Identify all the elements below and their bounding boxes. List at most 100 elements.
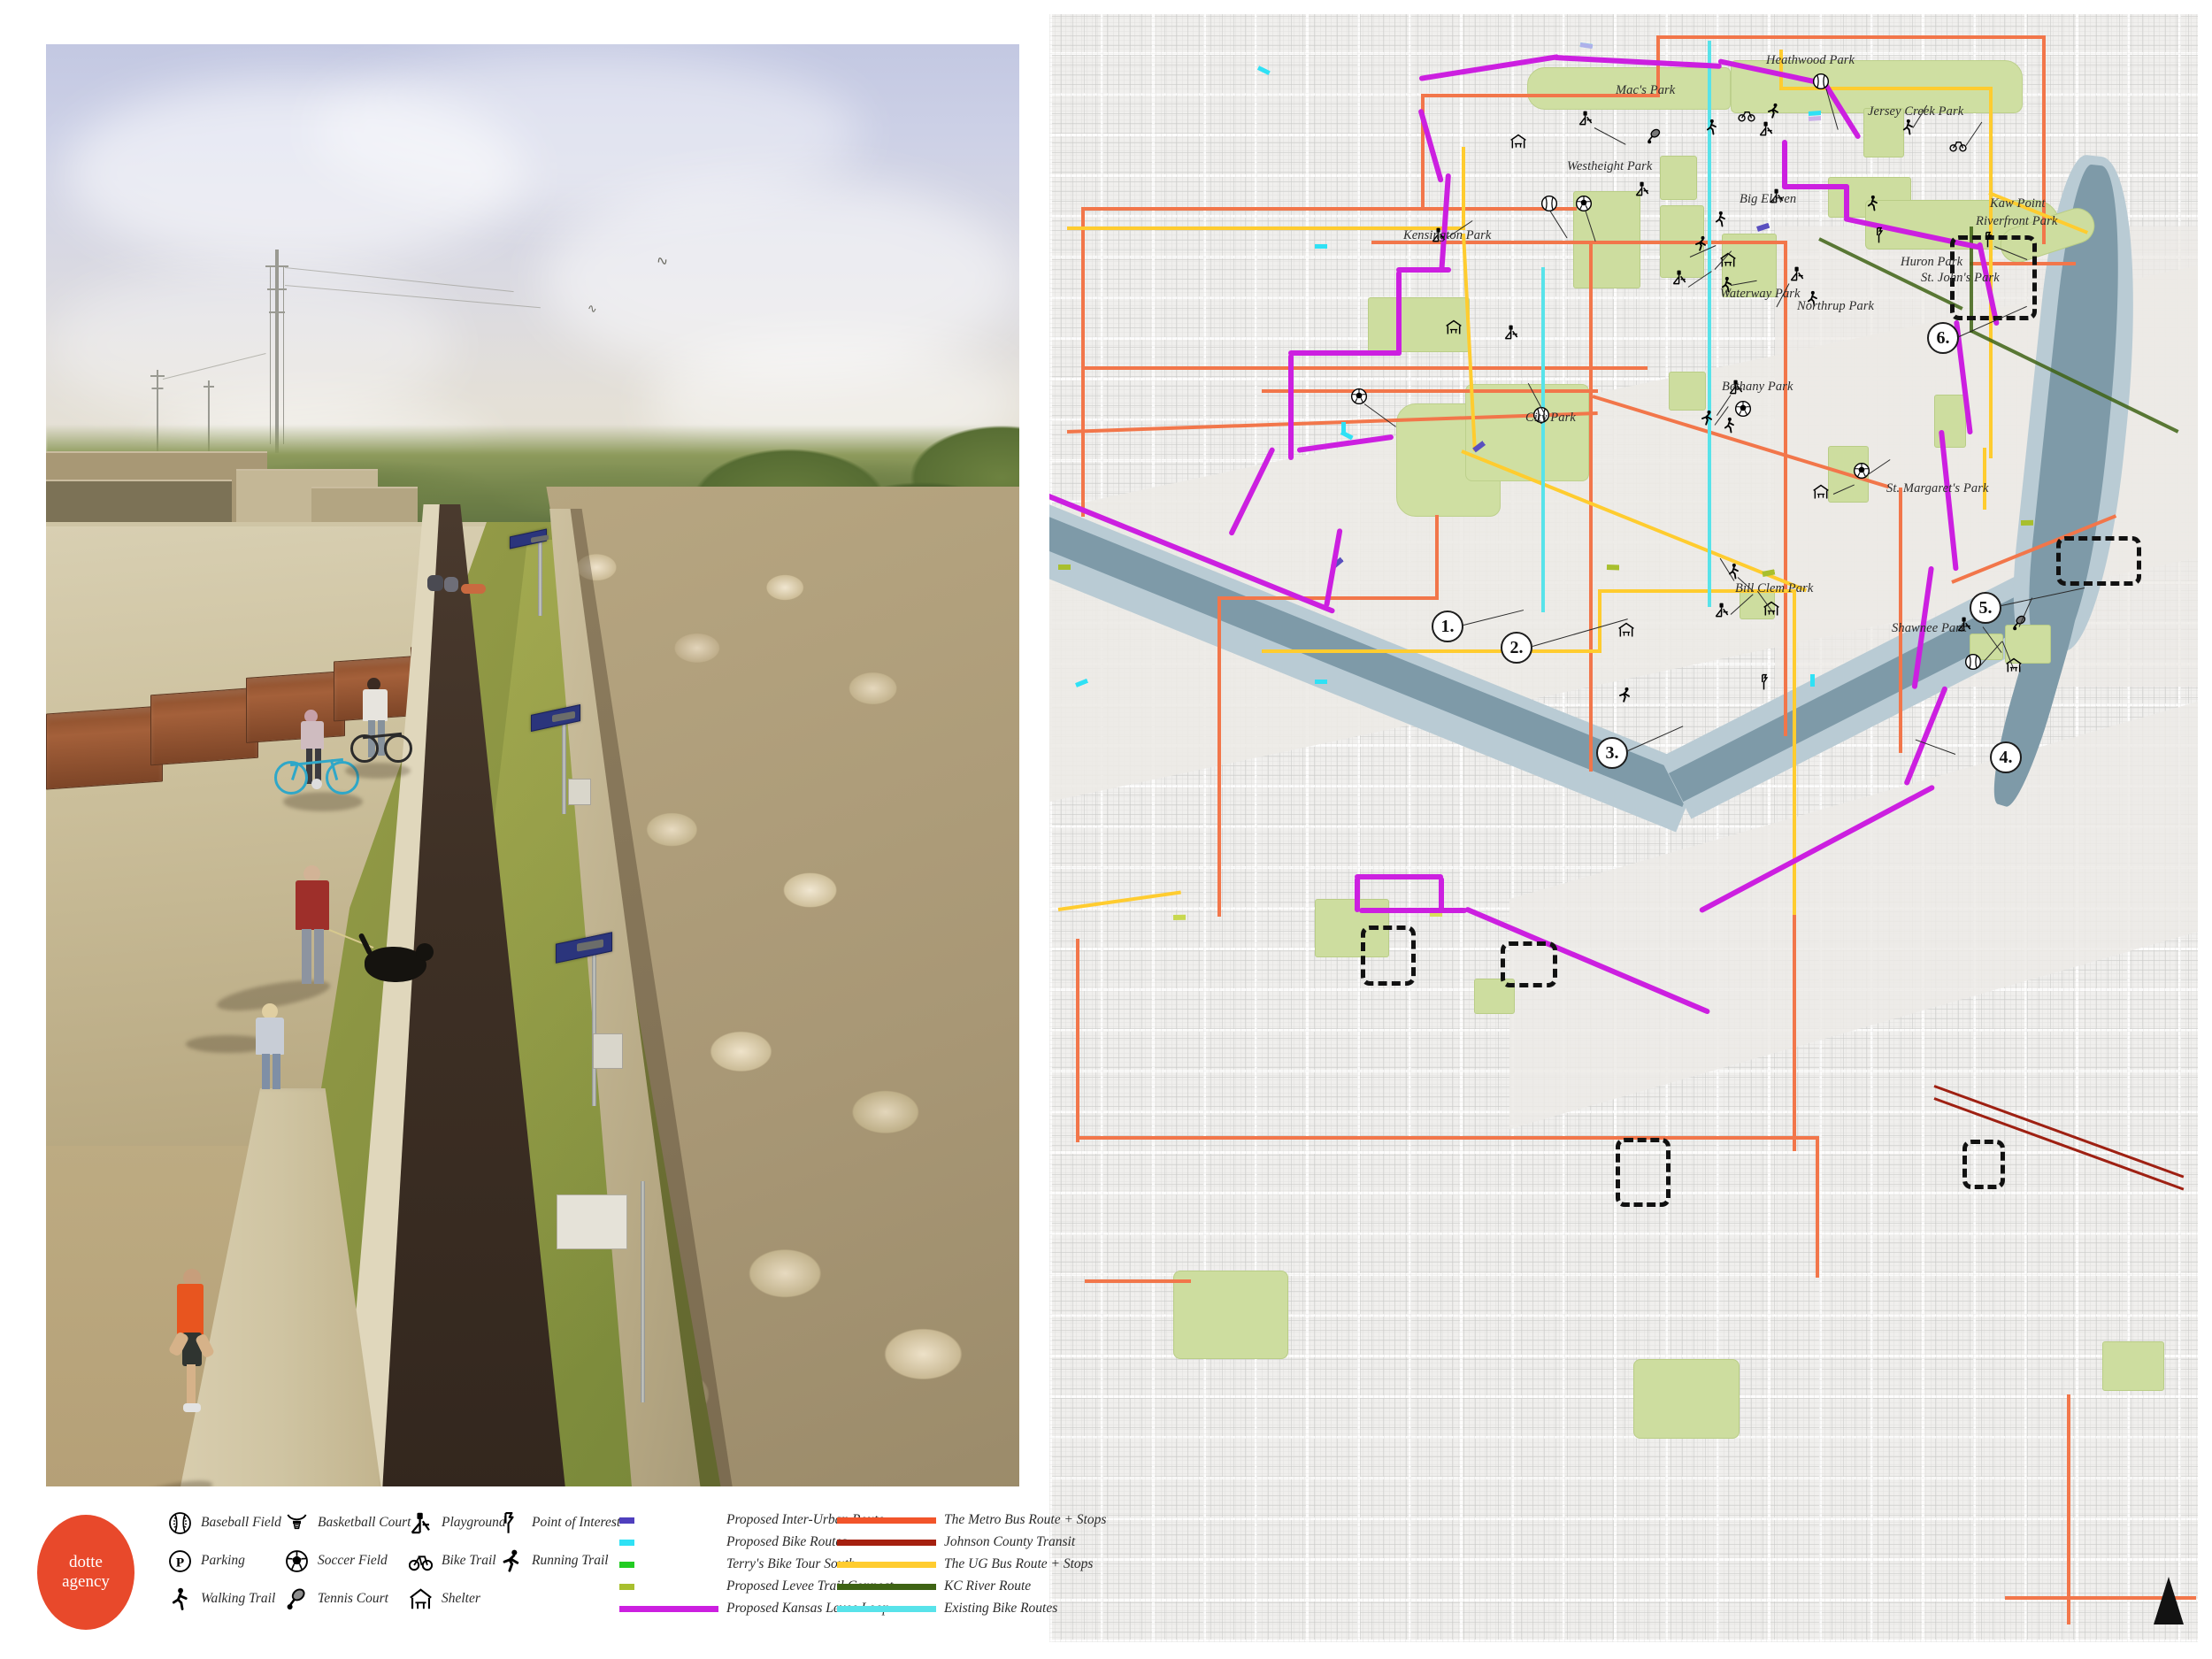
legend-item: Soccer Field xyxy=(283,1548,388,1574)
legend-label: Tennis Court xyxy=(318,1591,388,1606)
map-callout[interactable]: 5. xyxy=(1970,592,2001,624)
route-metro-bus xyxy=(1784,241,1787,736)
playground-icon xyxy=(1633,180,1651,198)
equipment-cabinet xyxy=(557,1194,627,1249)
route-kansas-levee-loop xyxy=(1782,184,1849,189)
park-label: St. Margaret's Park xyxy=(1886,481,1989,495)
playground-icon xyxy=(1671,269,1688,287)
route-metro-bus xyxy=(1081,207,1085,517)
baseball-icon xyxy=(166,1510,193,1535)
legend-label: Bike Trail xyxy=(442,1553,496,1568)
park-polygon-city-park xyxy=(1465,384,1589,481)
legend-label: Baseball Field xyxy=(201,1515,281,1530)
legend-label: Proposed Bike Routes xyxy=(726,1534,848,1549)
route-ug-bus xyxy=(1262,649,1601,653)
route-metro-bus xyxy=(1076,1136,1819,1140)
study-area-box-3[interactable] xyxy=(1616,1138,1671,1207)
route-metro-bus xyxy=(1217,598,1221,917)
legend-item: Shelter xyxy=(407,1586,480,1612)
route-levee-trail-connect xyxy=(1430,911,1943,917)
park-label: Kensington Park xyxy=(1403,228,1492,242)
park-polygon xyxy=(2102,1341,2164,1391)
route-kansas-levee-loop xyxy=(1396,271,1402,356)
route-kansas-levee-loop xyxy=(1782,140,1787,189)
kansas-levee-loop-map[interactable]: P Mac's Park Heathwood Park Jersey C xyxy=(1049,14,2198,1642)
svg-text:P: P xyxy=(175,1555,183,1570)
route-metro-bus xyxy=(1085,1279,1191,1283)
legend-item: Tennis Court xyxy=(283,1586,388,1612)
route-swatch xyxy=(619,1539,718,1546)
route-ug-bus xyxy=(1462,147,1465,230)
park-label: Kaw Point xyxy=(1990,196,2046,211)
walking-icon xyxy=(1863,195,1881,212)
person-child xyxy=(255,1003,285,1090)
cloud xyxy=(46,265,453,425)
bicycle xyxy=(274,752,363,798)
route-metro-bus xyxy=(1081,366,1647,370)
bike-icon xyxy=(407,1548,434,1573)
playground-icon xyxy=(1577,110,1594,127)
bike-icon xyxy=(1738,106,1755,124)
poi-icon xyxy=(1757,673,1775,691)
bird-icon: ∿ xyxy=(587,301,598,316)
legend-label: Walking Trail xyxy=(201,1591,276,1606)
map-callout[interactable]: 1. xyxy=(1432,611,1463,642)
study-area-box-2[interactable] xyxy=(1501,941,1557,987)
running-icon xyxy=(1616,687,1633,704)
route-kansas-levee-loop xyxy=(1288,350,1402,356)
legend-item: Bike Trail xyxy=(407,1548,496,1574)
shelter-icon xyxy=(1812,483,1830,501)
playground-icon xyxy=(1502,324,1520,342)
route-kansas-levee-loop xyxy=(1359,908,1467,913)
study-area-box-4[interactable] xyxy=(1962,1140,2005,1189)
route-ug-bus xyxy=(1598,589,1601,651)
legend-label: Playground xyxy=(442,1515,506,1530)
park-label: Mac's Park xyxy=(1616,83,1676,97)
park-label: St. John's Park xyxy=(1921,271,2000,285)
map-callout[interactable]: 3. xyxy=(1596,737,1628,769)
tennis-icon xyxy=(283,1586,310,1611)
person-lying xyxy=(461,580,488,595)
baseball-icon xyxy=(1812,73,1830,90)
route-kansas-levee-loop xyxy=(1355,874,1443,879)
park-polygon xyxy=(1633,1359,1740,1439)
route-kansas-levee-loop xyxy=(1355,877,1360,912)
legend-item: Basketball Court xyxy=(283,1509,411,1536)
baseball-icon xyxy=(1540,195,1558,212)
legend-label: KC River Route xyxy=(944,1578,1032,1594)
map-callout[interactable]: 4. xyxy=(1990,741,2022,773)
logo-line-1: dotte xyxy=(69,1552,103,1571)
shelter-icon xyxy=(1617,621,1635,639)
legend-item: Walking Trail xyxy=(166,1586,275,1612)
route-existing-bike xyxy=(1541,267,1545,612)
soccer-icon xyxy=(1575,195,1593,212)
legend-label: The Metro Bus Route + Stops xyxy=(944,1512,1107,1527)
map-callout[interactable]: 2. xyxy=(1501,632,1532,664)
route-kansas-levee-loop xyxy=(1288,354,1294,460)
logo-line-2: agency xyxy=(62,1572,110,1591)
route-proposed-bike xyxy=(1341,249,1346,434)
study-area-box-1[interactable] xyxy=(1361,926,1416,986)
legend-label: Shelter xyxy=(442,1591,480,1606)
bicycle xyxy=(350,727,414,766)
basketball-icon xyxy=(283,1510,310,1535)
legend: dotte agency Baseball Field P Parking Wa… xyxy=(0,1495,1106,1659)
route-swatch xyxy=(837,1561,936,1568)
park-label: Huron Park xyxy=(1901,255,1963,269)
route-swatch xyxy=(619,1561,718,1568)
equipment-cabinet xyxy=(568,779,591,805)
light-pole xyxy=(538,540,542,616)
levee-trail-rendering-photo: ∿ ∿ xyxy=(46,44,1019,1486)
person-jogger-stretching xyxy=(167,1269,216,1412)
park-label: Waterway Park xyxy=(1720,287,1801,301)
map-callout[interactable]: 6. xyxy=(1927,322,1959,354)
route-metro-bus xyxy=(2067,1394,2070,1624)
poi-icon xyxy=(1872,227,1890,244)
running-icon xyxy=(497,1548,524,1573)
playground-icon xyxy=(1713,602,1731,619)
route-kansas-levee-loop xyxy=(1844,184,1849,219)
light-pole xyxy=(592,947,596,1106)
study-area-box-5[interactable] xyxy=(2056,536,2141,586)
tennis-icon xyxy=(1646,127,1663,145)
shelter-icon xyxy=(1445,319,1463,336)
